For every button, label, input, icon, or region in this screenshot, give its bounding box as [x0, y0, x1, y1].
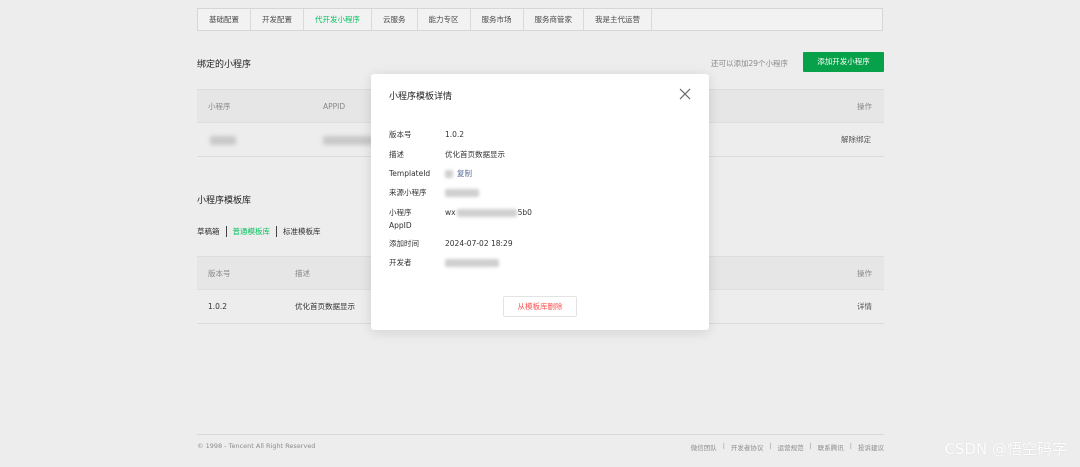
added-time-label: 添加时间	[389, 239, 419, 248]
redacted-appid-middle	[456, 209, 517, 217]
appid-suffix: 5b0	[517, 208, 532, 217]
appid-label-line2: AppID	[389, 221, 412, 230]
source-miniprogram-value	[445, 187, 479, 199]
close-icon[interactable]	[678, 87, 692, 101]
appid-prefix: wx	[445, 208, 456, 217]
developer-value	[445, 257, 499, 269]
template-detail-dialog: 小程序模板详情 版本号 1.0.2 描述 优化首页数据显示 TemplateId…	[371, 74, 709, 330]
templateid-value: 复制	[445, 168, 472, 180]
description-value: 优化首页数据显示	[445, 150, 505, 159]
version-value: 1.0.2	[445, 130, 465, 139]
developer-label: 开发者	[389, 258, 412, 267]
redacted-templateid	[445, 170, 453, 178]
appid-label-line1: 小程序	[389, 208, 412, 217]
delete-from-library-button[interactable]: 从模板库删除	[503, 296, 577, 317]
redacted-developer	[445, 259, 499, 267]
copy-templateid-link[interactable]: 复制	[457, 169, 472, 178]
watermark: CSDN @悟空码字	[944, 440, 1067, 458]
source-miniprogram-label: 来源小程序	[389, 188, 427, 197]
description-label: 描述	[389, 150, 404, 159]
dialog-title: 小程序模板详情	[389, 92, 453, 102]
added-time-value: 2024-07-02 18:29	[445, 239, 513, 248]
redacted-source	[445, 189, 479, 197]
templateid-label: TemplateId	[389, 169, 431, 178]
appid-value: wx 5b0	[445, 207, 532, 219]
version-label: 版本号	[389, 130, 412, 139]
